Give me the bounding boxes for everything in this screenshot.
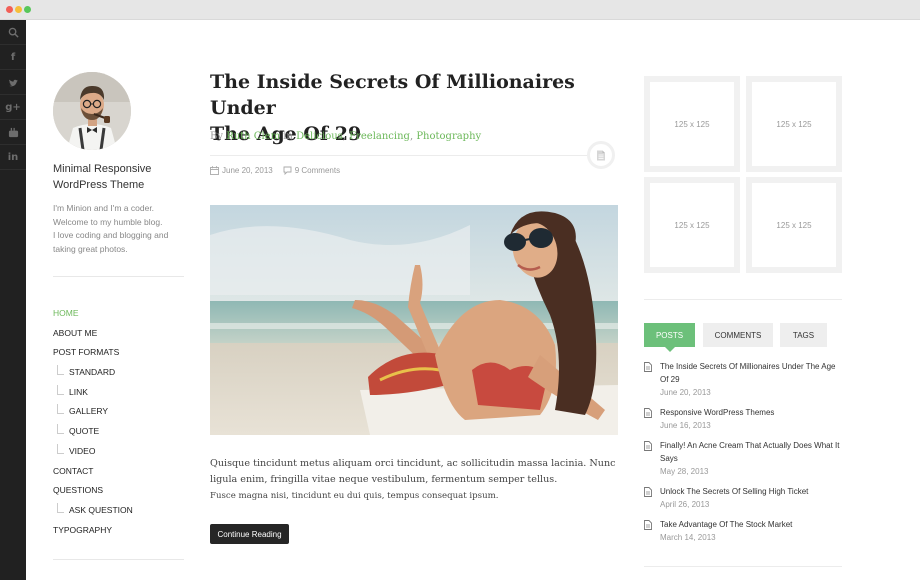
site-description: I'm Minion and I'm a coder. Welcome to m…	[53, 202, 188, 256]
title-line: Responsive WordPress Themes	[660, 408, 775, 417]
recent-post-title[interactable]: The Inside Secrets Of Millionaires Under…	[660, 360, 844, 386]
category-link-delicious[interactable]: Delicious	[296, 131, 343, 142]
menu-item-questions[interactable]: Questions	[53, 483, 193, 503]
recent-post-date: April 26, 2013	[660, 500, 710, 509]
recent-post-date: June 20, 2013	[660, 388, 711, 397]
menu-item-link[interactable]: Link	[53, 384, 193, 405]
ad-banner[interactable]: 125 x 125	[746, 76, 842, 172]
maximize-window-button[interactable]	[24, 6, 31, 13]
list-item[interactable]: The Inside Secrets Of Millionaires Under…	[644, 360, 844, 399]
menu-item-quote[interactable]: Quote	[53, 424, 193, 444]
document-icon	[644, 408, 652, 418]
list-item[interactable]: Responsive WordPress Themes June 16, 201…	[644, 406, 844, 432]
minimize-window-button[interactable]	[15, 6, 22, 13]
ad-banner[interactable]: 125 x 125	[644, 76, 740, 172]
tab-comments[interactable]: Comments	[703, 323, 773, 347]
description-line: I love coding and blogging and	[53, 230, 169, 240]
description-line: taking great photos.	[53, 243, 128, 254]
ad-banner[interactable]: 125 x 125	[644, 177, 740, 273]
google-plus-icon[interactable]: g+	[0, 95, 26, 120]
title-line: The Inside Secrets Of Millionaires Under…	[660, 362, 836, 371]
sidebar-right-divider	[644, 299, 842, 300]
menu-item-gallery[interactable]: Gallery	[53, 404, 193, 424]
featured-image[interactable]	[210, 205, 618, 435]
description-line: I'm Minion and I'm a coder.	[53, 203, 155, 213]
browser-chrome	[0, 0, 920, 20]
post-title-line: The Inside Secrets Of Millionaires Under	[210, 71, 575, 119]
category-link-photography[interactable]: Photography	[416, 131, 481, 142]
recent-post-title[interactable]: Finally! An Acne Cream That Actually Doe…	[660, 439, 844, 465]
post-byline: By Ruth Clem in Delicious, Freelancing, …	[210, 131, 481, 142]
list-item[interactable]: Take Advantage Of The Stock Market March…	[644, 518, 844, 544]
youtube-icon[interactable]	[0, 120, 26, 145]
menu-item-video[interactable]: Video	[53, 443, 193, 464]
title-line: Of 29	[660, 375, 680, 384]
document-icon	[644, 520, 652, 530]
recent-post-date: May 28, 2013	[660, 467, 709, 476]
post-format-badge	[587, 141, 615, 169]
recent-post-title[interactable]: Responsive WordPress Themes	[660, 406, 844, 419]
recent-post-title[interactable]: Take Advantage Of The Stock Market	[660, 518, 844, 531]
menu-item-standard[interactable]: Standard	[53, 365, 193, 385]
menu-item-home[interactable]: Home	[53, 306, 193, 326]
recent-post-title[interactable]: Unlock The Secrets Of Selling High Ticke…	[660, 485, 844, 498]
byline-in: in	[283, 131, 293, 142]
description-line: Welcome to my humble blog.	[53, 216, 163, 227]
excerpt-line: Quisque tincidunt metus aliquam orci tin…	[210, 458, 616, 469]
document-icon	[644, 487, 652, 497]
menu-item-about-me[interactable]: About Me	[53, 326, 193, 346]
menu-item-post-formats[interactable]: Post Formats	[53, 345, 193, 365]
title-line: Unlock The Secrets Of Selling High Ticke…	[660, 487, 809, 496]
calendar-icon	[210, 166, 219, 175]
social-rail: f g+ in	[0, 20, 26, 580]
menu-item-ask-question[interactable]: Ask Question	[53, 502, 193, 523]
post-date: June 20, 2013	[222, 166, 273, 175]
recent-posts-list: The Inside Secrets Of Millionaires Under…	[644, 360, 844, 544]
list-item[interactable]: Finally! An Acne Cream That Actually Doe…	[644, 439, 844, 478]
title-line: Finally! An Acne Cream That Actually Doe…	[660, 441, 840, 450]
category-link-freelancing[interactable]: Freelancing	[349, 131, 410, 142]
site-title-line: Minimal Responsive	[53, 163, 152, 175]
document-icon	[644, 441, 652, 451]
linkedin-icon[interactable]: in	[0, 145, 26, 170]
sidebar-divider	[53, 276, 184, 277]
list-item[interactable]: Unlock The Secrets Of Selling High Ticke…	[644, 485, 844, 511]
twitter-icon[interactable]	[0, 70, 26, 95]
document-icon	[644, 362, 652, 372]
sidebar-divider-bottom	[53, 559, 184, 560]
recent-post-date: March 14, 2013	[660, 533, 716, 542]
menu-item-contact[interactable]: Contact	[53, 464, 193, 484]
facebook-icon[interactable]: f	[0, 45, 26, 70]
document-icon	[597, 150, 605, 160]
tab-tags[interactable]: Tags	[780, 323, 827, 347]
ad-banner[interactable]: 125 x 125	[746, 177, 842, 273]
author-link[interactable]: Ruth Clem	[226, 131, 280, 142]
byline-by: By	[210, 131, 223, 142]
recent-post-date: June 16, 2013	[660, 421, 711, 430]
comment-icon	[283, 166, 292, 175]
main-menu: Home About Me Post Formats Standard Link…	[53, 306, 193, 542]
excerpt-line: ligula enim, fringilla vitae neque vesti…	[210, 474, 558, 485]
avatar	[53, 72, 131, 150]
close-window-button[interactable]	[6, 6, 13, 13]
comments-link[interactable]: 9 Comments	[295, 166, 340, 175]
title-line: Says	[660, 454, 678, 463]
tab-posts[interactable]: Posts	[644, 323, 695, 352]
site-title-line: WordPress Theme	[53, 179, 145, 191]
byline-divider	[210, 155, 590, 156]
menu-item-typography[interactable]: Typography	[53, 523, 193, 543]
excerpt-line: Fusce magna nisi, tincidunt eu dui quis,…	[210, 491, 499, 501]
post-meta: June 20, 2013 9 Comments	[210, 166, 340, 175]
title-line: Take Advantage Of The Stock Market	[660, 520, 793, 529]
post-excerpt: Quisque tincidunt metus aliquam orci tin…	[210, 456, 618, 504]
continue-reading-button[interactable]: Continue Reading	[210, 524, 289, 544]
sidebar-right-divider-bottom	[644, 566, 842, 567]
site-title[interactable]: Minimal Responsive WordPress Theme	[53, 161, 193, 193]
search-icon[interactable]	[0, 20, 26, 45]
